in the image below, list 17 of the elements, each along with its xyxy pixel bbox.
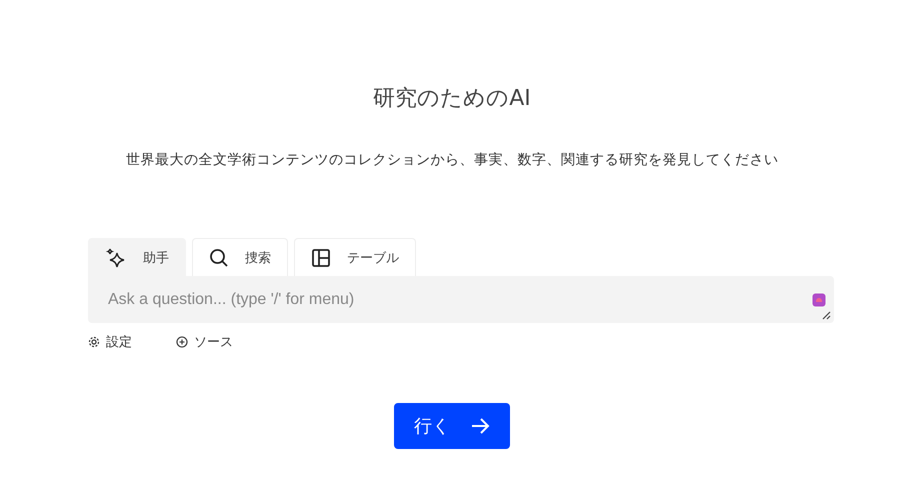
sparkle-icon bbox=[105, 246, 127, 268]
go-button[interactable]: 行く bbox=[394, 403, 510, 449]
mode-tab[interactable]: テーブル bbox=[294, 238, 416, 276]
add-icon bbox=[176, 336, 188, 348]
option-button[interactable]: 設定 bbox=[88, 333, 132, 351]
question-field[interactable]: Ask a question... (type '/' for menu) bbox=[88, 276, 834, 323]
mode-tab[interactable]: 助手 bbox=[88, 238, 186, 276]
table-icon bbox=[311, 248, 331, 268]
search-icon bbox=[209, 248, 229, 268]
mode-tab[interactable]: 捜索 bbox=[192, 238, 288, 276]
page-title: 研究のためのAI bbox=[372, 85, 532, 113]
extension-icon bbox=[812, 293, 826, 307]
arrow-right-icon bbox=[470, 417, 490, 435]
subtitle: 世界最大の全文学術コンテンツのコレクションから、事実、数字、関連する研究を発見してください bbox=[124, 151, 780, 170]
settings-icon bbox=[88, 336, 100, 348]
option-button[interactable]: ソース bbox=[176, 333, 233, 351]
resize-handle-icon[interactable] bbox=[822, 311, 831, 320]
